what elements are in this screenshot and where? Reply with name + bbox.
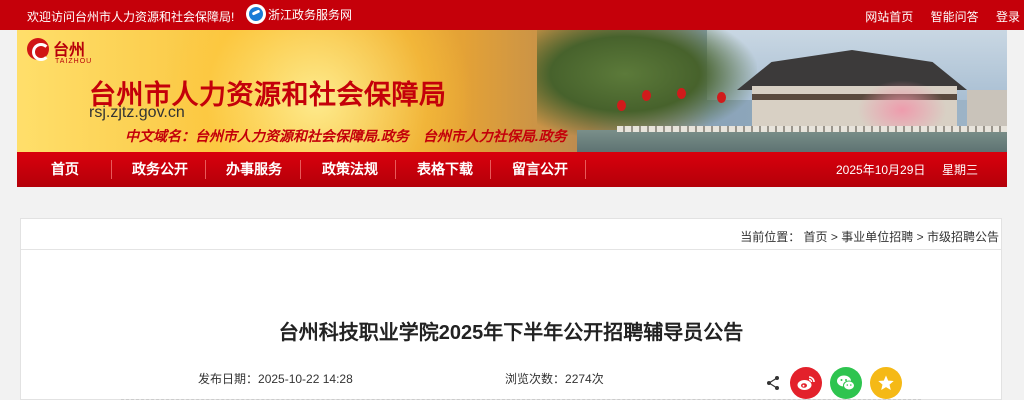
zj-gov-link-label: 浙江政务服务网 <box>268 7 353 22</box>
share-wechat-button[interactable] <box>830 367 862 399</box>
breadcrumb: 当前位置： 首页 > 事业单位招聘 > 市级招聘公告 <box>740 228 999 245</box>
nav-policies[interactable]: 政策法规 <box>322 152 378 187</box>
view-count-label: 浏览次数： <box>505 372 566 386</box>
share-icon[interactable] <box>765 375 781 391</box>
wechat-icon <box>837 375 855 391</box>
breadcrumb-recruitment[interactable]: 事业单位招聘 <box>841 230 913 244</box>
view-count: 浏览次数：2274次 <box>505 370 604 387</box>
logo-subtext: TAIZHOU <box>55 58 93 65</box>
favorite-icon <box>878 375 894 390</box>
breadcrumb-separator: > <box>830 230 838 244</box>
welcome-text: 欢迎访问台州市人力资源和社会保障局! <box>27 10 235 24</box>
nav-services[interactable]: 办事服务 <box>226 152 282 187</box>
zj-gov-link[interactable]: 浙江政务服务网 <box>246 4 352 24</box>
login-link[interactable]: 登录 <box>996 10 1020 24</box>
breadcrumb-bar: 当前位置： 首页 > 事业单位招聘 > 市级招聘公告 <box>21 219 1001 250</box>
nav-messages[interactable]: 留言公开 <box>512 152 568 187</box>
top-bar: 欢迎访问台州市人力资源和社会保障局! 浙江政务服务网 网站首页 智能问答 登录 <box>0 0 1024 30</box>
site-domain: rsj.zjtz.gov.cn <box>89 104 185 121</box>
banner-railing <box>617 126 1007 132</box>
top-links: 网站首页 智能问答 登录 <box>865 8 1024 25</box>
main-nav: 首页 政务公开 办事服务 政策法规 表格下载 留言公开 2025年10月29日 … <box>17 152 1007 187</box>
article-panel: 当前位置： 首页 > 事业单位招聘 > 市级招聘公告 台州科技职业学院2025年… <box>20 218 1002 400</box>
current-date: 2025年10月29日 <box>836 163 926 177</box>
nav-gov-affairs[interactable]: 政务公开 <box>132 152 188 187</box>
zj-gov-logo-icon <box>246 4 266 24</box>
smart-qa-link[interactable]: 智能问答 <box>931 10 979 24</box>
publish-date-value: 2025-10-22 14:28 <box>258 372 353 386</box>
nav-forms[interactable]: 表格下载 <box>417 152 473 187</box>
publish-date-label: 发布日期： <box>198 372 259 386</box>
banner-water <box>577 130 1007 152</box>
chinese-domain: 中文域名：台州市人力资源和社会保障局.政务 台州市人力社保局.政务 <box>125 128 567 144</box>
view-count-value: 2274次 <box>565 372 604 386</box>
banner-trees <box>537 30 757 140</box>
breadcrumb-prefix: 当前位置： <box>740 230 801 244</box>
breadcrumb-home[interactable]: 首页 <box>804 230 828 244</box>
current-weekday: 星期三 <box>942 163 979 177</box>
weibo-icon <box>797 376 815 390</box>
share-weibo-button[interactable] <box>790 367 822 399</box>
breadcrumb-separator: > <box>916 230 924 244</box>
article-title: 台州科技职业学院2025年下半年公开招聘辅导员公告 <box>278 322 744 344</box>
header-banner: 台州 TAIZHOU 台州市人力资源和社会保障局 rsj.zjtz.gov.cn… <box>17 30 1007 152</box>
nav-home[interactable]: 首页 <box>51 152 79 187</box>
home-link[interactable]: 网站首页 <box>865 10 913 24</box>
breadcrumb-city-notices[interactable]: 市级招聘公告 <box>927 230 999 244</box>
publish-date: 发布日期：2025-10-22 14:28 <box>198 370 353 387</box>
logo-text: 台州 <box>53 40 86 59</box>
taizhou-logo-icon <box>27 38 50 61</box>
favorite-button[interactable] <box>870 367 902 399</box>
